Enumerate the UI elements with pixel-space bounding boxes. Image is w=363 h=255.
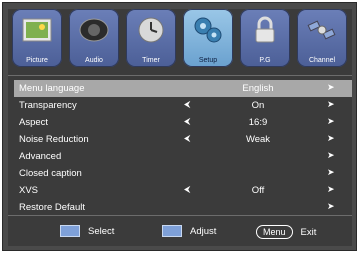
- exit-hint: Menu Exit: [256, 225, 316, 239]
- divider: [8, 215, 352, 216]
- menu-row-noise-reduction[interactable]: Noise Reduction ⮜ Weak ➤: [14, 131, 352, 148]
- row-label: Noise Reduction: [19, 134, 89, 145]
- tab-audio[interactable]: Audio: [69, 9, 119, 67]
- right-arrow-icon[interactable]: ➤: [327, 133, 335, 144]
- tab-label: Channel: [308, 57, 336, 64]
- tab-bar: Picture Audio Timer Setup P.G Channel: [8, 9, 352, 75]
- lock-icon: [255, 16, 275, 43]
- row-value: English: [242, 83, 274, 94]
- menu-button[interactable]: Menu: [256, 225, 293, 239]
- row-label: Advanced: [19, 151, 62, 162]
- tab-label: Audio: [85, 57, 103, 64]
- menu-row-advanced[interactable]: Advanced ➤: [14, 148, 352, 165]
- tab-picture[interactable]: Picture: [12, 9, 62, 67]
- right-arrow-icon[interactable]: ➤: [327, 82, 335, 93]
- footer-hints: Select Adjust Menu Exit: [8, 221, 352, 243]
- menu-row-menu-language[interactable]: Menu language English ➤: [14, 80, 352, 97]
- tab-channel[interactable]: Channel: [297, 9, 347, 67]
- row-label: Restore Default: [19, 202, 86, 213]
- picture-icon: [22, 18, 52, 42]
- right-arrow-icon[interactable]: ➤: [327, 201, 335, 212]
- row-value: 16:9: [248, 117, 268, 128]
- right-arrow-icon[interactable]: ➤: [327, 116, 335, 127]
- speaker-icon: [79, 18, 109, 42]
- left-arrow-icon[interactable]: ⮜: [184, 116, 190, 127]
- tab-timer[interactable]: Timer: [126, 9, 176, 67]
- adjust-hint: Adjust: [162, 225, 216, 237]
- tab-label: Timer: [142, 57, 160, 64]
- row-label: Aspect: [19, 117, 49, 128]
- right-arrow-icon[interactable]: ➤: [327, 99, 335, 110]
- select-label: Select: [88, 225, 115, 237]
- left-arrow-icon[interactable]: ⮜: [184, 99, 190, 110]
- up-down-arrows-icon: [60, 225, 80, 237]
- tab-label: P.G: [259, 57, 271, 64]
- osd-frame: Picture Audio Timer Setup P.G Channel Me…: [2, 2, 357, 251]
- tab-label: Picture: [26, 57, 48, 64]
- exit-label: Exit: [300, 226, 317, 238]
- right-arrow-icon[interactable]: ➤: [327, 150, 335, 161]
- select-hint: Select: [60, 225, 114, 237]
- left-right-arrows-icon: [162, 225, 182, 237]
- row-value: Off: [251, 185, 265, 196]
- gears-icon: [194, 17, 222, 43]
- menu-row-aspect[interactable]: Aspect ⮜ 16:9 ➤: [14, 114, 352, 131]
- adjust-label: Adjust: [190, 225, 217, 237]
- right-arrow-icon[interactable]: ➤: [327, 184, 335, 195]
- tab-label: Setup: [198, 57, 218, 64]
- menu-row-closed-caption[interactable]: Closed caption ➤: [14, 165, 352, 182]
- tab-pg[interactable]: P.G: [240, 9, 290, 67]
- row-label: XVS: [19, 185, 39, 196]
- right-arrow-icon[interactable]: ➤: [327, 167, 335, 178]
- satellite-icon: [307, 20, 336, 40]
- row-value: On: [251, 100, 265, 111]
- osd-panel: Picture Audio Timer Setup P.G Channel Me…: [8, 9, 352, 246]
- clock-icon: [138, 17, 164, 43]
- tab-setup[interactable]: Setup: [183, 9, 233, 67]
- menu-row-restore-default[interactable]: Restore Default ➤: [14, 199, 352, 216]
- left-arrow-icon[interactable]: ⮜: [184, 184, 190, 195]
- divider: [8, 75, 352, 76]
- left-arrow-icon[interactable]: ⮜: [184, 133, 190, 144]
- row-label: Menu language: [19, 83, 85, 94]
- menu-row-xvs[interactable]: XVS ⮜ Off ➤: [14, 182, 352, 199]
- menu-row-transparency[interactable]: Transparency ⮜ On ➤: [14, 97, 352, 114]
- row-label: Closed caption: [19, 168, 82, 179]
- row-label: Transparency: [19, 100, 77, 111]
- row-value: Weak: [245, 134, 271, 145]
